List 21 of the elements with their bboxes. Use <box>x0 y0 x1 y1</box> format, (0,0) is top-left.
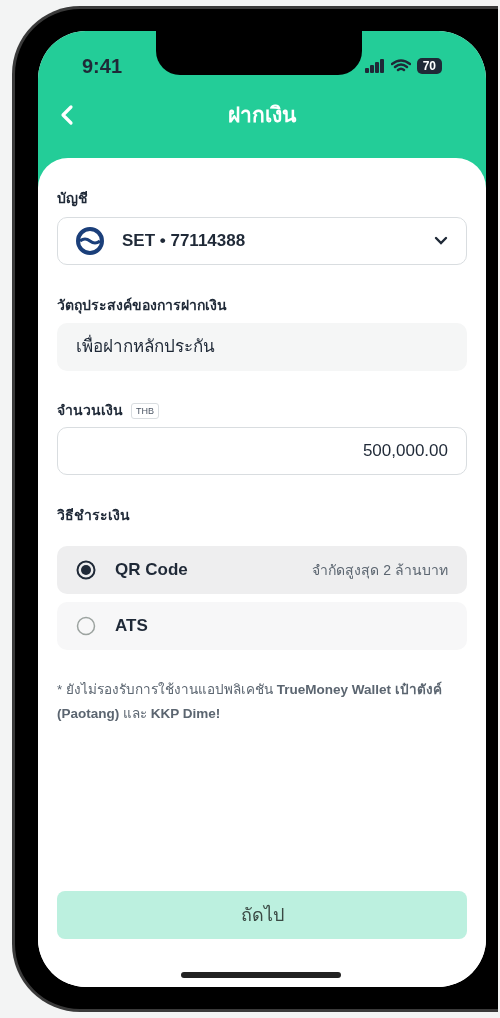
wifi-icon <box>390 59 411 73</box>
exchange-logo-icon <box>76 227 104 255</box>
page-title: ฝากเงิน <box>228 102 296 128</box>
footnote: * ยังไม่รองรับการใช้งานแอปพลิเคชัน TrueMoney Wallet เป๋าตังค์ (Paotang) และ KKP Dime! <box>57 680 443 723</box>
back-icon[interactable] <box>60 103 74 126</box>
signal-icon <box>364 59 385 73</box>
purpose-field[interactable]: เพื่อฝากหลักประกัน <box>57 323 467 371</box>
field-label: บัญชี <box>57 189 89 209</box>
field-label: จำนวนเงิน <box>57 401 123 420</box>
payment-option[interactable]: ATS <box>57 602 467 650</box>
battery-level: 70 <box>416 58 442 74</box>
account-dropdown[interactable]: SET • 77114388 <box>57 217 467 265</box>
radio-unchecked-icon <box>76 616 96 636</box>
amount-field[interactable]: 500,000.00 <box>57 427 467 475</box>
radio-checked-icon <box>76 560 96 580</box>
chevron-down-icon <box>434 236 448 246</box>
currency-tag: THB <box>131 402 159 419</box>
status-time: 9:41 <box>82 54 123 79</box>
field-label: วัตถุประสงค์ของการฝากเงิน <box>57 296 228 316</box>
field-label: วิธีชำระเงิน <box>57 506 131 525</box>
payment-option[interactable]: QR Code จำกัดสูงสุด 2 ล้านบาท <box>57 546 467 594</box>
